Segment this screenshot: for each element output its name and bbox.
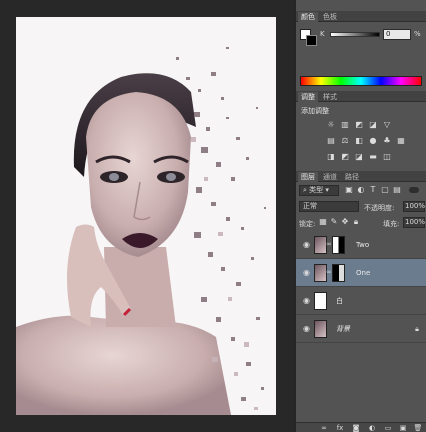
- layer-name-white: 白: [336, 297, 343, 305]
- channel-mixer-icon[interactable]: ♣: [382, 136, 392, 146]
- trash-icon[interactable]: 🗑︎: [412, 423, 424, 432]
- background-color-swatch[interactable]: [306, 35, 317, 46]
- color-lookup-icon[interactable]: ▦: [396, 136, 406, 146]
- tab-adjustments[interactable]: 调整: [298, 92, 318, 102]
- blend-mode-value: 正常: [303, 202, 317, 210]
- filter-type-icon[interactable]: T: [368, 185, 378, 195]
- new-layer-icon[interactable]: ▣: [397, 423, 409, 432]
- k-value-field[interactable]: 0: [383, 29, 411, 40]
- tab-paths[interactable]: 路径: [342, 172, 362, 182]
- tab-styles[interactable]: 样式: [320, 92, 340, 102]
- blend-mode-select[interactable]: 正常: [299, 201, 359, 212]
- filter-shape-icon[interactable]: ▢: [380, 185, 390, 195]
- lock-label: 锁定:: [299, 220, 316, 228]
- filter-toggle[interactable]: [409, 187, 419, 193]
- lock-position-icon[interactable]: ✥: [340, 217, 350, 227]
- invert-icon[interactable]: ◨: [326, 152, 336, 162]
- layer-thumbnail: [314, 320, 327, 338]
- layer-thumbnail: [314, 292, 327, 310]
- document-image[interactable]: [16, 17, 276, 415]
- fill-field[interactable]: 100%: [403, 217, 425, 228]
- percent-unit: %: [414, 30, 421, 38]
- visibility-eye-icon[interactable]: ◉: [302, 296, 311, 305]
- layer-filter-select[interactable]: ⌕ 类型 ▾: [299, 185, 339, 196]
- lock-icon: 🔒︎: [415, 325, 419, 333]
- layer-row-one[interactable]: ◉ ∞ One: [296, 259, 426, 287]
- lock-image-icon[interactable]: ✎: [329, 217, 339, 227]
- opacity-field[interactable]: 100%: [403, 201, 425, 212]
- posterize-icon[interactable]: ◩: [340, 152, 350, 162]
- tab-color[interactable]: 颜色: [298, 12, 318, 22]
- tab-channels[interactable]: 通道: [320, 172, 340, 182]
- layer-row-two[interactable]: ◉ ∞ Two: [296, 231, 426, 259]
- mask-thumbnail[interactable]: [332, 264, 345, 282]
- slider-label-k: K: [320, 30, 325, 38]
- hue-saturation-icon[interactable]: ▤: [326, 136, 336, 146]
- layer-name-one: One: [356, 269, 371, 277]
- layer-name-background: 背景: [336, 325, 350, 333]
- curves-icon[interactable]: ◩: [354, 120, 364, 130]
- link-layers-icon[interactable]: ∞: [318, 423, 330, 432]
- right-panels: 颜色 色板 K 0 % 调整 样式 添加调整 ☼ ▥ ◩ ◪ ▽ ▤ ⚖ ◧ ●…: [296, 0, 426, 432]
- canvas-area[interactable]: [0, 0, 294, 432]
- color-panel-tabbar: 颜色 色板: [296, 11, 426, 22]
- levels-icon[interactable]: ▥: [340, 120, 350, 130]
- photo-filter-icon[interactable]: ●: [368, 136, 378, 146]
- folder-icon[interactable]: ▭: [382, 423, 394, 432]
- tab-swatches[interactable]: 色板: [320, 12, 340, 22]
- link-icon[interactable]: ∞: [326, 240, 332, 249]
- layers-bottom-toolbar: ∞ fx ◙ ◐ ▭ ▣ 🗑︎: [296, 422, 426, 432]
- exposure-icon[interactable]: ◪: [368, 120, 378, 130]
- lock-all-icon[interactable]: 🔒︎: [351, 217, 361, 227]
- adjustment-icon[interactable]: ◐: [366, 423, 378, 432]
- adjust-panel-tabbar: 调整 样式: [296, 91, 426, 102]
- layers-panel-tabbar: 图层 通道 路径: [296, 171, 426, 182]
- color-balance-icon[interactable]: ⚖: [340, 136, 350, 146]
- fx-icon[interactable]: fx: [334, 423, 346, 432]
- portrait-dispersion-image: [16, 17, 276, 415]
- filter-pixel-icon[interactable]: ▣: [344, 185, 354, 195]
- fill-label: 填充:: [383, 220, 400, 228]
- k-slider-track[interactable]: [330, 32, 380, 37]
- chevron-down-icon: ▾: [323, 186, 329, 194]
- add-adjustment-label: 添加调整: [301, 107, 329, 115]
- visibility-eye-icon[interactable]: ◉: [302, 268, 311, 277]
- layer-row-white[interactable]: ◉ 白: [296, 287, 426, 315]
- tab-layers[interactable]: 图层: [298, 172, 318, 182]
- visibility-eye-icon[interactable]: ◉: [302, 324, 311, 333]
- threshold-icon[interactable]: ◪: [354, 152, 364, 162]
- layer-name-two: Two: [356, 241, 370, 249]
- filter-smart-object-icon[interactable]: ▤: [392, 185, 402, 195]
- lock-transparent-icon[interactable]: ▦: [318, 217, 328, 227]
- photoshop-window: 颜色 色板 K 0 % 调整 样式 添加调整 ☼ ▥ ◩ ◪ ▽ ▤ ⚖ ◧ ●…: [0, 0, 426, 432]
- black-white-icon[interactable]: ◧: [354, 136, 364, 146]
- selective-color-icon[interactable]: ◫: [382, 152, 392, 162]
- layer-row-background[interactable]: ◉ 背景 🔒︎: [296, 315, 426, 343]
- brightness-icon[interactable]: ☼: [326, 120, 336, 130]
- visibility-eye-icon[interactable]: ◉: [302, 240, 311, 249]
- link-icon[interactable]: ∞: [326, 268, 332, 277]
- filter-type-label: 类型: [309, 186, 324, 194]
- gradient-map-icon[interactable]: ▬: [368, 152, 378, 162]
- layers-list: ◉ ∞ Two ◉ ∞ One ◉ 白 ◉ 背景 🔒︎: [296, 231, 426, 343]
- mask-icon[interactable]: ◙: [350, 423, 362, 432]
- filter-adjustment-icon[interactable]: ◐: [356, 185, 366, 195]
- color-spectrum-bar[interactable]: [300, 76, 422, 86]
- vibrance-icon[interactable]: ▽: [382, 120, 392, 130]
- mask-thumbnail[interactable]: [332, 236, 345, 254]
- opacity-label: 不透明度:: [364, 204, 395, 212]
